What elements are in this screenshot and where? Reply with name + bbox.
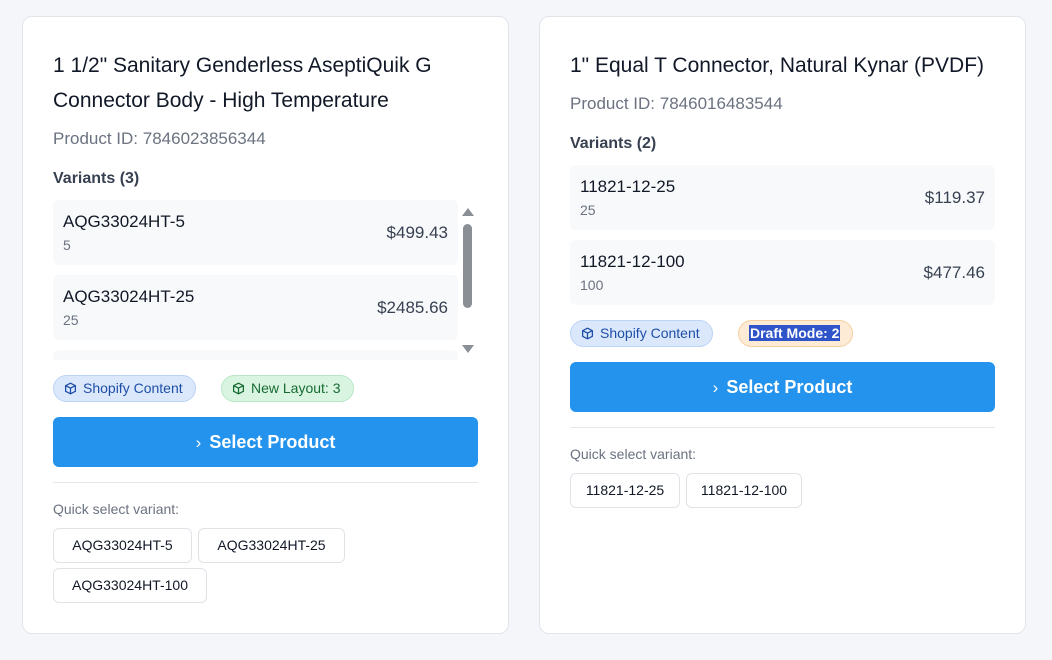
variant-sku: 11821-12-100 (580, 252, 685, 271)
product-id: Product ID: 7846023856344 (53, 129, 266, 148)
chevron-right-icon: › (195, 433, 202, 452)
scrollbar-thumb[interactable] (463, 224, 472, 308)
chevron-right-icon: › (712, 378, 719, 397)
product-title: 1" Equal T Connector, Natural Kynar (PVD… (570, 54, 985, 77)
variant-row[interactable] (53, 350, 458, 360)
package-icon (232, 382, 245, 395)
quick-select-label: Quick select variant: (53, 501, 180, 517)
quick-select-chip[interactable]: AQG33024HT-5 (53, 528, 192, 563)
variant-price: $477.46 (923, 263, 985, 282)
variants-list[interactable]: AQG33024HT-5 5 $499.43 AQG33024HT-25 25 … (53, 200, 478, 360)
variant-sku: AQG33024HT-5 (63, 212, 185, 231)
variant-option: 100 (580, 277, 604, 293)
select-product-button[interactable]: › Select Product (570, 362, 995, 412)
badge-label: New Layout: 3 (251, 380, 341, 396)
variant-sku: AQG33024HT-25 (63, 287, 195, 306)
variant-option: 25 (580, 202, 596, 218)
variant-row[interactable]: 11821-12-25 25 $119.37 (570, 165, 995, 230)
variant-row[interactable]: 11821-12-100 100 $477.46 (570, 240, 995, 305)
variant-price: $119.37 (924, 188, 985, 207)
quick-select-chip[interactable]: 11821-12-25 (570, 473, 680, 508)
quick-select-chip[interactable]: AQG33024HT-25 (198, 528, 345, 563)
product-title: 1 1/2" Sanitary Genderless AseptiQuik G … (53, 48, 432, 118)
new-layout-badge: New Layout: 3 (221, 375, 354, 402)
product-card: 1 1/2" Sanitary Genderless AseptiQuik G … (22, 16, 509, 634)
draft-mode-badge: Draft Mode: 2 (738, 320, 854, 347)
scroll-up-icon[interactable] (462, 208, 474, 216)
product-id: Product ID: 7846016483544 (570, 94, 783, 113)
scrollbar[interactable] (459, 204, 477, 357)
button-label: Select Product (209, 432, 336, 452)
variant-price: $2485.66 (377, 298, 448, 317)
product-title-line: Connector Body - High Temperature (53, 89, 389, 112)
shopify-content-badge: Shopify Content (53, 375, 196, 402)
variant-option: 5 (63, 237, 71, 253)
scroll-down-icon[interactable] (462, 345, 474, 353)
badge-label: Shopify Content (600, 325, 700, 341)
quick-select-label: Quick select variant: (570, 446, 697, 462)
divider (53, 482, 478, 483)
divider (570, 427, 995, 428)
variants-label: Variants (3) (53, 170, 140, 187)
badge-label: Shopify Content (83, 380, 183, 396)
button-label: Select Product (726, 377, 853, 397)
variants-label: Variants (2) (570, 135, 657, 152)
quick-select-chip[interactable]: AQG33024HT-100 (53, 568, 207, 603)
product-title-line: 1 1/2" Sanitary Genderless AseptiQuik G (53, 54, 432, 77)
quick-select-chip[interactable]: 11821-12-100 (686, 473, 802, 508)
variant-option: 25 (63, 312, 79, 328)
variant-row[interactable]: AQG33024HT-25 25 $2485.66 (53, 275, 458, 340)
product-card: 1" Equal T Connector, Natural Kynar (PVD… (539, 16, 1026, 634)
badge-label: Draft Mode: 2 (749, 325, 841, 341)
package-icon (581, 327, 594, 340)
shopify-content-badge: Shopify Content (570, 320, 713, 347)
select-product-button[interactable]: › Select Product (53, 417, 478, 467)
variant-row[interactable]: AQG33024HT-5 5 $499.43 (53, 200, 458, 265)
variant-price: $499.43 (386, 223, 448, 242)
package-icon (64, 382, 77, 395)
variant-sku: 11821-12-25 (580, 177, 676, 196)
